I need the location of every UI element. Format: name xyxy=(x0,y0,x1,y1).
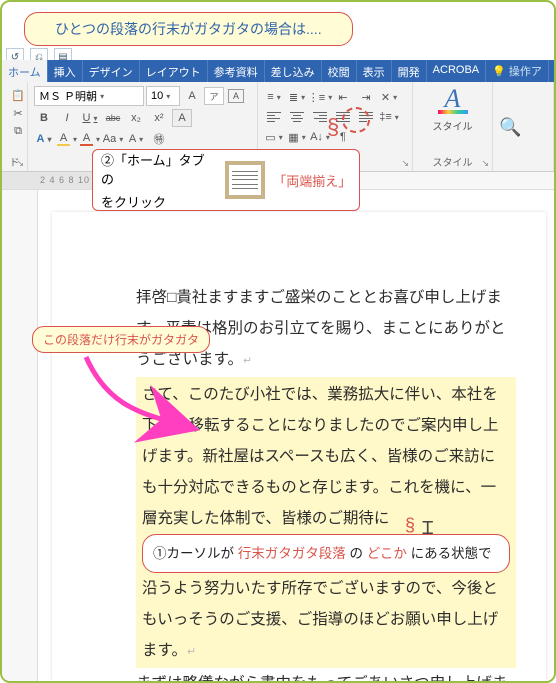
callout-redtext: 「両端揃え」 xyxy=(273,171,351,190)
shading-icon[interactable]: ▭ xyxy=(264,128,284,146)
return-mark-icon: ↵ xyxy=(187,646,196,658)
decrease-indent-icon[interactable]: ⇤ xyxy=(333,88,353,106)
tab-developer[interactable]: 開発 xyxy=(392,60,427,82)
font-color-icon[interactable]: A xyxy=(80,130,100,148)
strike-button[interactable]: abc xyxy=(103,109,123,127)
bulb-icon: 💡 xyxy=(492,65,506,78)
highlight-color-icon[interactable]: A xyxy=(57,130,77,148)
group-clipboard: 📋 ✂ ⧉ ド ↘ xyxy=(2,82,28,171)
font-size-select[interactable]: 10 xyxy=(146,86,180,106)
subscript-button[interactable]: x₂ xyxy=(126,109,146,127)
return-mark-icon: ↵ xyxy=(243,355,252,367)
styles-icon-accent xyxy=(438,110,468,114)
group-styles: A スタイル スタイル ↘ xyxy=(413,82,493,171)
tab-mailings[interactable]: 差し込み xyxy=(265,60,322,82)
tab-tell-me[interactable]: 💡操作ア xyxy=(486,60,549,82)
increase-indent-icon[interactable]: ⇥ xyxy=(356,88,376,106)
highlighted-text-1: さて、このたび小社では、業務拡大に伴い、本社を下記に移転することになりましたので… xyxy=(142,386,499,527)
change-case-icon[interactable]: Aa xyxy=(103,130,123,148)
justify-icon xyxy=(225,161,265,199)
text-effects-icon[interactable]: A xyxy=(34,130,54,148)
top-callout: ひとつの段落の行末がガタガタの場合は.... xyxy=(24,12,353,46)
tab-home[interactable]: ホーム xyxy=(2,60,48,82)
paste-icon[interactable]: 📋 xyxy=(8,86,28,104)
italic-button[interactable]: I xyxy=(57,109,77,127)
find-icon[interactable]: 🔍 xyxy=(499,117,521,138)
annotation-swirl-icon: § xyxy=(327,114,339,140)
align-center-button[interactable] xyxy=(287,108,307,126)
annotation-arrow xyxy=(76,352,186,447)
grow-font-icon[interactable]: A xyxy=(182,87,202,105)
group-label: スタイル xyxy=(413,154,492,169)
text-cursor-icon: Ꮖ xyxy=(422,510,434,546)
tutorial-frame: ひとつの段落の行末がガタガタの場合は.... ↺ ⎌ ▤ ホーム 挿入 デザイン… xyxy=(0,0,556,683)
enclose-char-icon[interactable]: ㊕ xyxy=(149,130,169,148)
tab-acrobat[interactable]: ACROBA xyxy=(427,60,486,82)
multilevel-icon[interactable]: ⋮≡ xyxy=(310,88,330,106)
styles-icon: A xyxy=(445,86,461,112)
left-gutter xyxy=(2,190,38,681)
justify-callout: ②「ホーム」タブの をクリック 「両端揃え」 § xyxy=(92,149,360,211)
underline-button[interactable]: U xyxy=(80,109,100,127)
tab-review[interactable]: 校閲 xyxy=(322,60,357,82)
align-left-button[interactable] xyxy=(264,108,284,126)
align-distribute-button[interactable] xyxy=(356,108,376,126)
char-scale-icon[interactable]: A xyxy=(126,130,146,148)
copy-icon[interactable]: ⧉ xyxy=(8,122,28,140)
styles-button-label: スタイル xyxy=(433,118,473,133)
bold-button[interactable]: B xyxy=(34,109,54,127)
char-border-icon[interactable]: A xyxy=(226,87,246,105)
asian-layout-icon[interactable]: ✕ xyxy=(379,88,399,106)
cursor-callout: § Ꮖ ①カーソルが 行末ガタガタ段落 の どこか にある状態で xyxy=(142,534,510,573)
callout-text: ②「ホーム」タブの xyxy=(101,153,205,187)
paragraph-highlighted: さて、このたび小社では、業務拡大に伴い、本社を下記に移転することになりましたので… xyxy=(136,377,516,668)
tab-layout[interactable]: レイアウト xyxy=(140,60,208,82)
tab-view[interactable]: 表示 xyxy=(357,60,392,82)
phonetic-guide-icon[interactable]: ア xyxy=(204,87,224,105)
ragged-callout: この段落だけ行末がガタガタ xyxy=(32,326,210,353)
numbering-icon[interactable]: ≣ xyxy=(287,88,307,106)
tab-insert[interactable]: 挿入 xyxy=(48,60,83,82)
dialog-launcher-icon[interactable]: ↘ xyxy=(16,158,24,169)
tell-label: 操作ア xyxy=(509,63,542,79)
bullets-icon[interactable]: ≡ xyxy=(264,88,284,106)
cut-icon[interactable]: ✂ xyxy=(8,104,28,122)
tab-design[interactable]: デザイン xyxy=(83,60,140,82)
borders-icon[interactable]: ▦ xyxy=(287,128,307,146)
tab-references[interactable]: 参考資料 xyxy=(208,60,265,82)
char-shading-icon[interactable]: A xyxy=(172,109,192,127)
annotation-swirl-icon: § xyxy=(405,507,415,543)
superscript-button[interactable]: x² xyxy=(149,109,169,127)
callout-text: をクリック xyxy=(101,195,166,210)
line-spacing-icon[interactable]: ‡≡ xyxy=(379,108,399,126)
dialog-launcher-icon[interactable]: ↘ xyxy=(481,158,489,169)
styles-gallery-button[interactable]: A スタイル xyxy=(433,86,473,133)
ribbon-tabs: ホーム 挿入 デザイン レイアウト 参考資料 差し込み 校閲 表示 開発 ACR… xyxy=(2,60,554,82)
paragraph-3: まずは略儀ながら書中をもってごあいさつ申し上げます。↵ xyxy=(136,668,516,681)
font-name-select[interactable]: ＭＳ Ｐ明朝 xyxy=(34,86,144,106)
group-editing: 🔍 xyxy=(493,82,554,171)
dialog-launcher-icon[interactable]: ↘ xyxy=(401,158,409,169)
